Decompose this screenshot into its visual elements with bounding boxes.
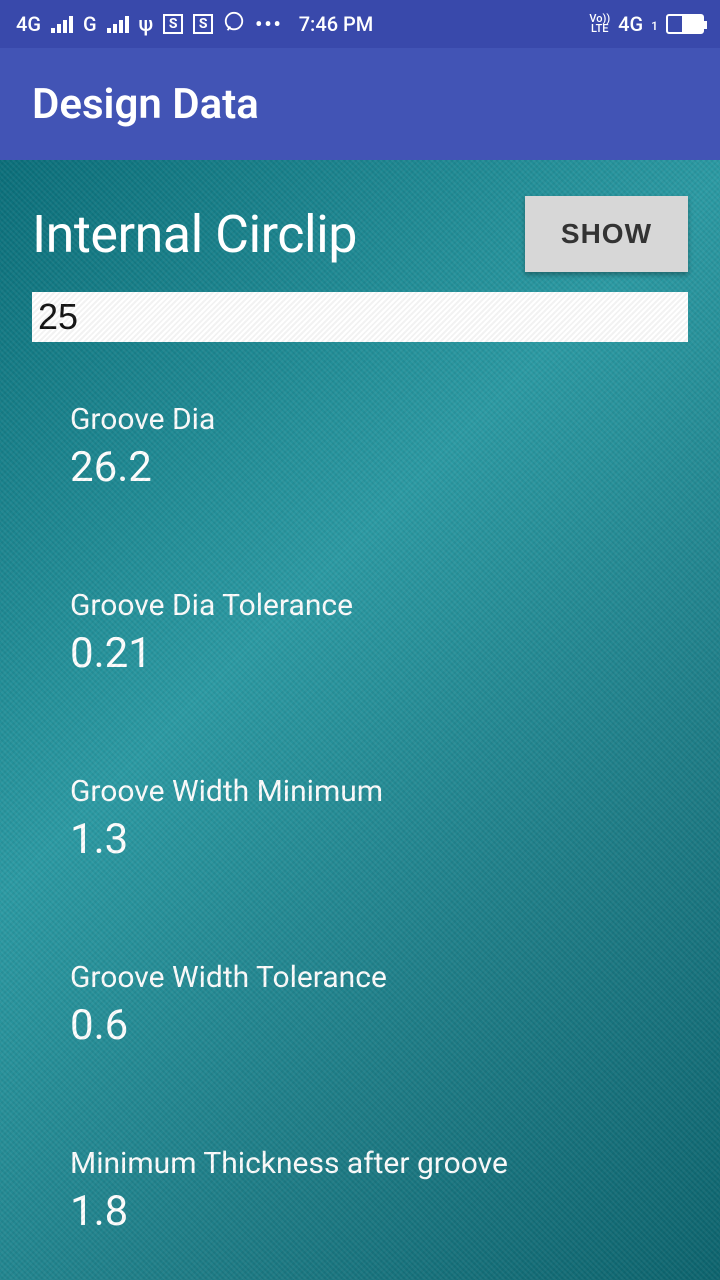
- result-value: 0.6: [70, 1001, 688, 1050]
- result-field: Minimum Thickness after groove 1.8: [70, 1146, 688, 1236]
- app-title: Design Data: [32, 80, 259, 129]
- result-value: 1.3: [70, 815, 688, 864]
- result-value: 0.21: [70, 629, 688, 678]
- result-label: Groove Dia Tolerance: [70, 588, 688, 623]
- result-label: Groove Width Tolerance: [70, 960, 688, 995]
- results-list: Groove Dia 26.2 Groove Dia Tolerance 0.2…: [0, 346, 720, 1280]
- status-bar: 4G G ψ S S ••• 7:46 PM Vo))LTE 4G 1: [0, 0, 720, 48]
- clock-time: 7:46 PM: [299, 12, 374, 36]
- result-value: 26.2: [70, 443, 688, 492]
- result-field: Groove Dia Tolerance 0.21: [70, 588, 688, 678]
- usb-icon: ψ: [139, 12, 154, 36]
- whatsapp-icon: [223, 11, 245, 38]
- app-badge-icon: S: [163, 14, 183, 34]
- more-icon: •••: [255, 12, 283, 36]
- volte-icon: Vo))LTE: [589, 14, 610, 34]
- sim-index: 1: [651, 19, 658, 33]
- result-field: Groove Dia 26.2: [70, 402, 688, 492]
- page-title: Internal Circlip: [32, 204, 357, 265]
- result-value: 1.8: [70, 1187, 688, 1236]
- battery-icon: [666, 14, 704, 34]
- content-area: Internal Circlip SHOW Groove Dia 26.2 Gr…: [0, 160, 720, 1280]
- result-label: Groove Dia: [70, 402, 688, 437]
- network1-label: 4G: [16, 12, 41, 36]
- result-field: Groove Width Minimum 1.3: [70, 774, 688, 864]
- result-label: Minimum Thickness after groove: [70, 1146, 688, 1181]
- signal-bars-icon: [107, 15, 129, 33]
- page-header: Internal Circlip SHOW: [0, 160, 720, 280]
- app-bar: Design Data: [0, 48, 720, 160]
- result-field: Groove Width Tolerance 0.6: [70, 960, 688, 1050]
- result-label: Groove Width Minimum: [70, 774, 688, 809]
- input-wrap: [0, 280, 720, 346]
- network2-label: G: [83, 12, 97, 36]
- status-right: Vo))LTE 4G 1: [589, 12, 704, 36]
- app-badge-icon: S: [193, 14, 213, 34]
- show-button[interactable]: SHOW: [525, 196, 688, 272]
- signal-bars-icon: [51, 15, 73, 33]
- size-input[interactable]: [32, 292, 688, 342]
- network-right-label: 4G: [618, 12, 643, 36]
- status-left: 4G G ψ S S ••• 7:46 PM: [16, 11, 579, 38]
